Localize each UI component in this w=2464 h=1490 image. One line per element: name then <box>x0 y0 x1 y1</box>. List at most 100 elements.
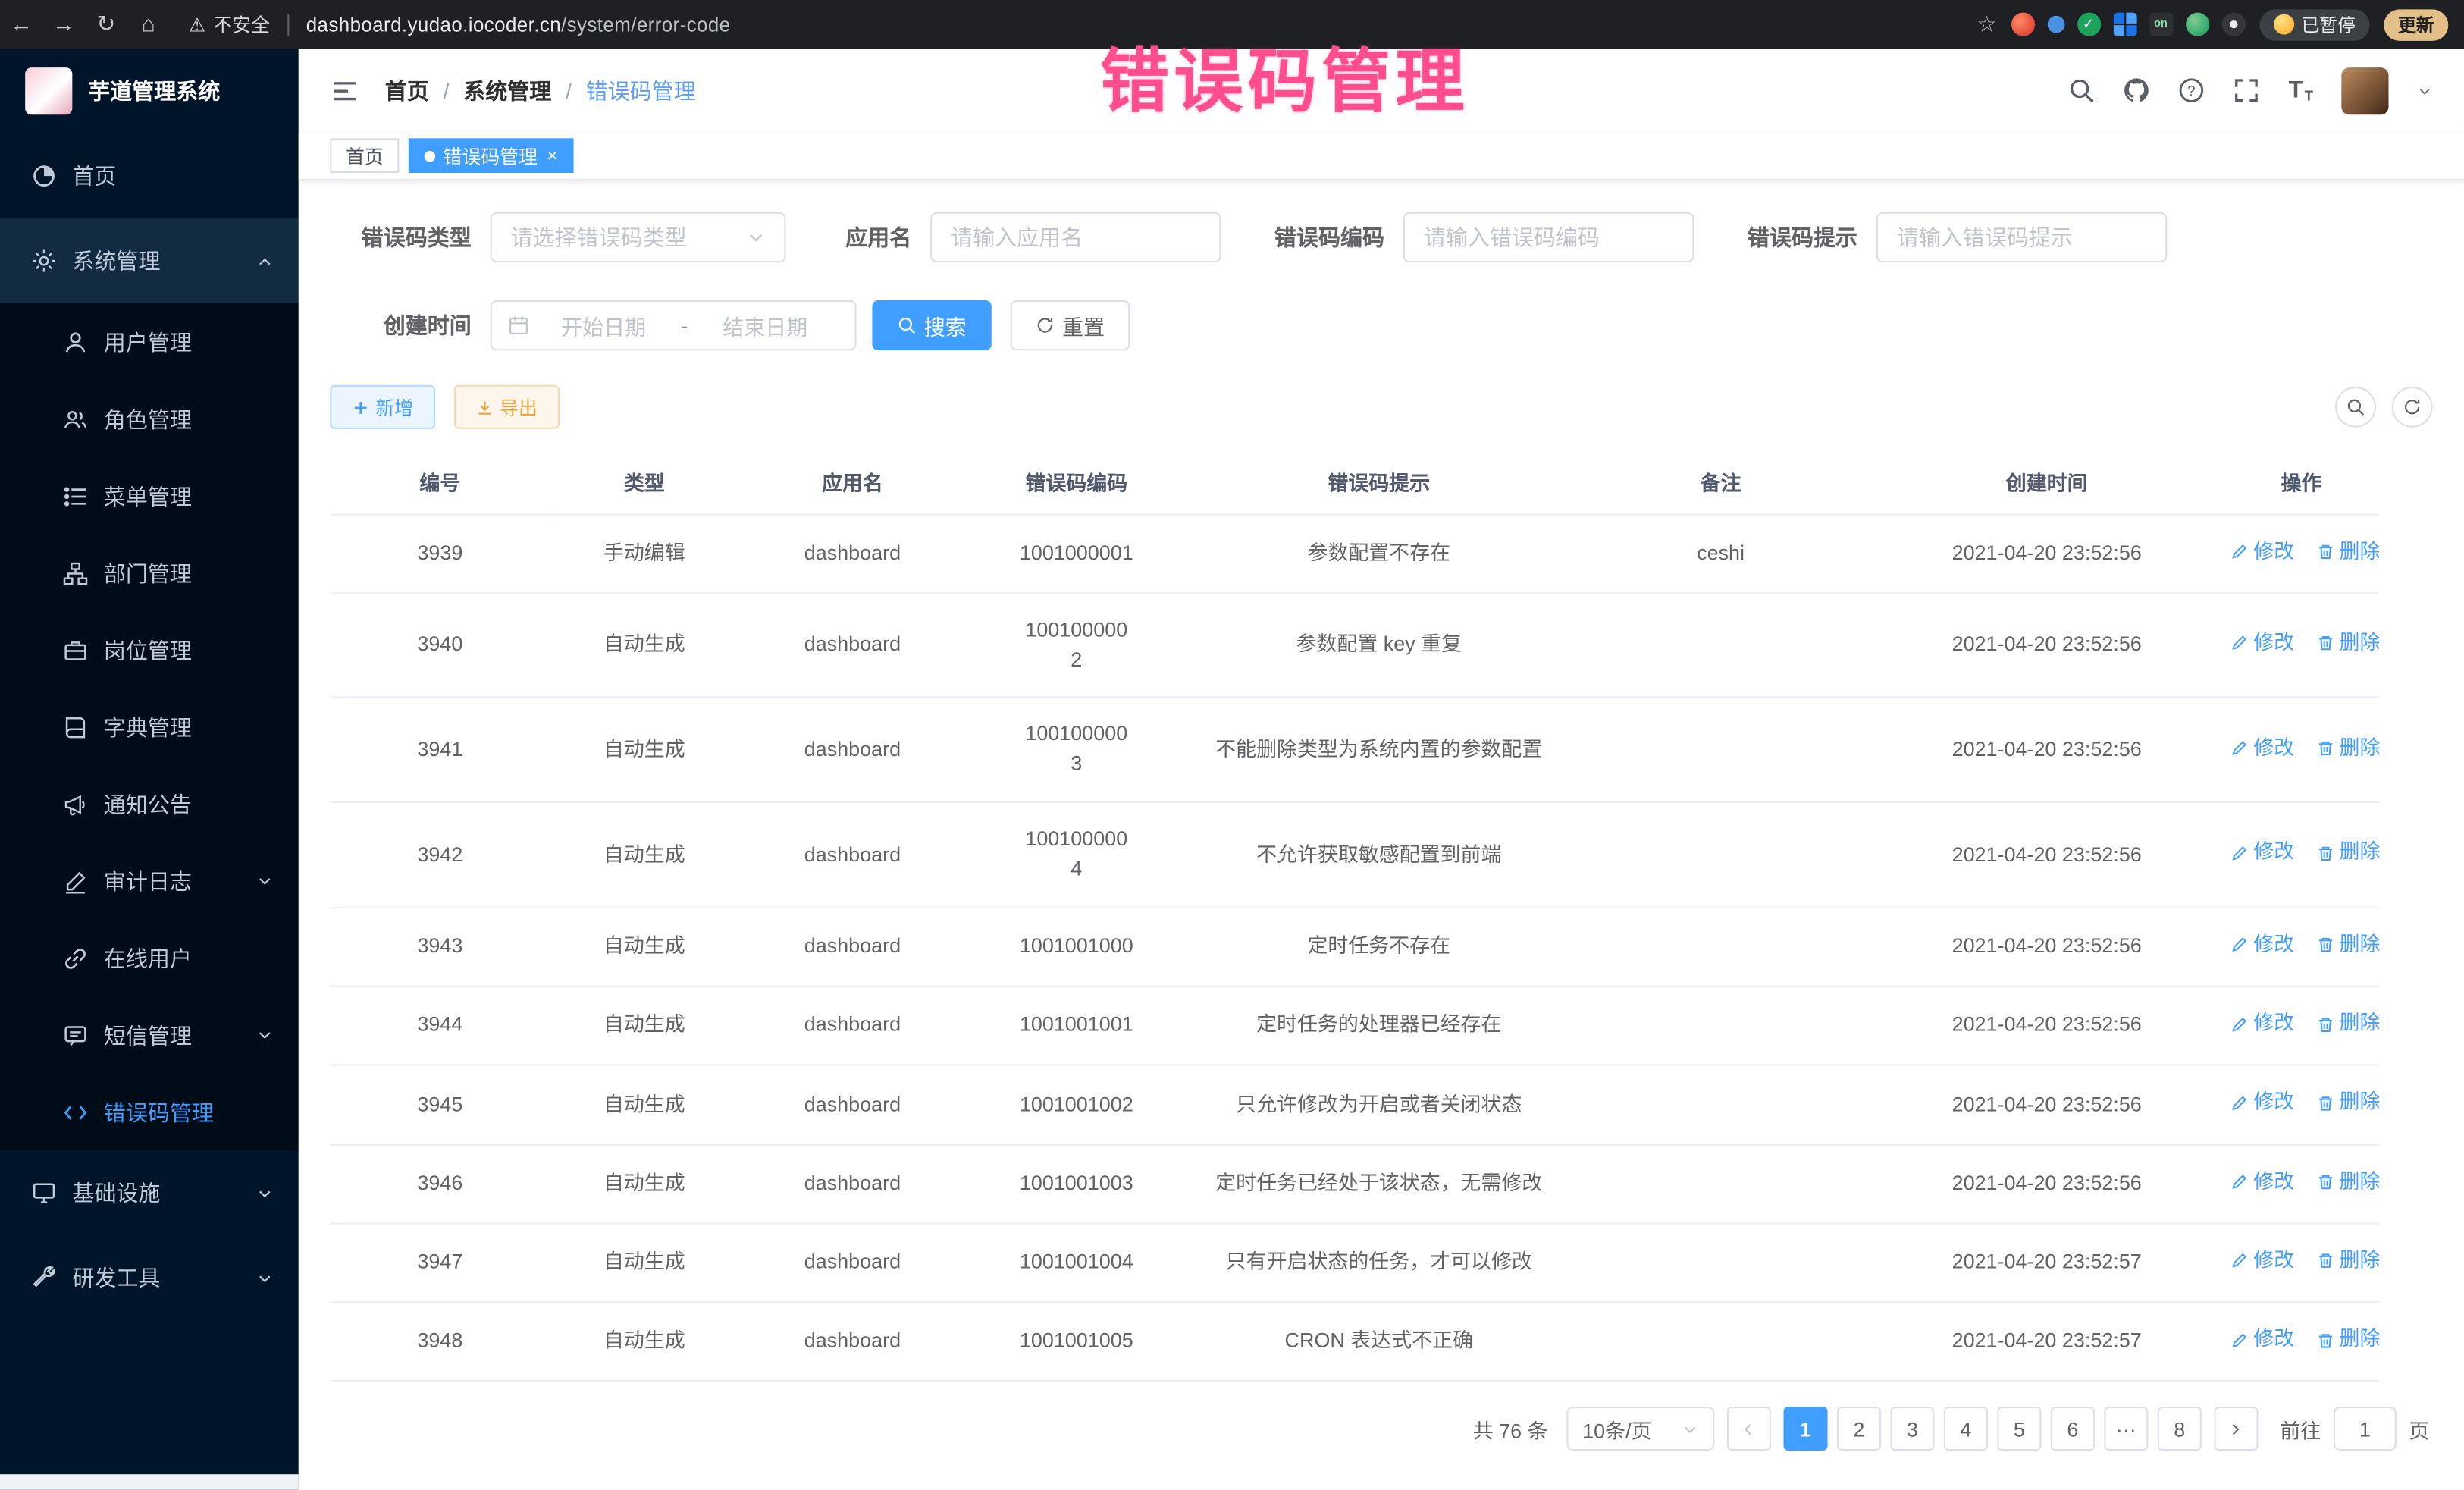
sidebar-item-error-code[interactable]: 错误码管理 <box>0 1074 299 1151</box>
sidebar-item-role[interactable]: 角色管理 <box>0 381 299 458</box>
delete-link[interactable]: 删除 <box>2315 1325 2380 1355</box>
delete-link[interactable]: 删除 <box>2315 1009 2380 1039</box>
edit-link[interactable]: 修改 <box>2230 537 2294 566</box>
bookmark-star-icon[interactable]: ☆ <box>1977 11 1996 38</box>
github-icon[interactable] <box>2124 77 2150 104</box>
add-button[interactable]: 新增 <box>330 385 435 429</box>
vue-check-icon[interactable] <box>2077 13 2100 36</box>
avatar[interactable] <box>2341 67 2388 114</box>
edit-link[interactable]: 修改 <box>2230 838 2294 867</box>
sidebar-item-dict[interactable]: 字典管理 <box>0 689 299 766</box>
goto-suffix: 页 <box>2409 1414 2429 1444</box>
page-button-1[interactable]: 1 <box>1783 1407 1827 1451</box>
help-icon[interactable]: ? <box>2178 77 2205 104</box>
edit-link[interactable]: 修改 <box>2230 1246 2294 1275</box>
cell-actions: 修改 删除 <box>2224 514 2379 593</box>
sidebar-item-notice[interactable]: 通知公告 <box>0 765 299 842</box>
edit-link[interactable]: 修改 <box>2230 733 2294 763</box>
page-button-6[interactable]: 6 <box>2051 1407 2095 1451</box>
delete-link[interactable]: 删除 <box>2315 1088 2380 1118</box>
col-type: 类型 <box>550 451 738 514</box>
delete-link[interactable]: 删除 <box>2315 1167 2380 1197</box>
page-size-select[interactable]: 10条/页 <box>1566 1407 1714 1451</box>
message-icon <box>63 1022 88 1047</box>
goto-page-input[interactable] <box>2334 1407 2397 1451</box>
chevron-down-icon[interactable] <box>2417 83 2433 99</box>
back-icon[interactable]: ← <box>0 12 42 37</box>
dashboard-icon <box>31 164 56 189</box>
tag-home[interactable]: 首页 <box>330 138 399 173</box>
app-logo[interactable]: 芋道管理系统 <box>0 49 299 133</box>
page-button-4[interactable]: 4 <box>1944 1407 1988 1451</box>
date-range-picker[interactable]: 开始日期 - 结束日期 <box>491 300 857 350</box>
trash-icon <box>2315 1093 2334 1112</box>
page-button-8[interactable]: 8 <box>2158 1407 2202 1451</box>
sidebar-item-dept[interactable]: 部门管理 <box>0 535 299 612</box>
url-bar[interactable]: dashboard.yudao.iocoder.cn/system/error-… <box>306 14 731 36</box>
next-page-button[interactable] <box>2214 1407 2258 1451</box>
reload-icon[interactable]: ↻ <box>85 12 127 37</box>
trash-icon <box>2315 1015 2334 1034</box>
sidebar-item-online-user[interactable]: 在线用户 <box>0 920 299 997</box>
tag-error-code[interactable]: 错误码管理 × <box>409 138 574 173</box>
search-button[interactable]: 搜索 <box>872 300 992 350</box>
edit-link[interactable]: 修改 <box>2230 629 2294 658</box>
breadcrumb: 首页 / 系统管理 / 错误码管理 <box>385 74 696 105</box>
update-button[interactable]: 更新 <box>2384 8 2448 39</box>
breadcrumb-system[interactable]: 系统管理 <box>463 74 551 105</box>
edit-link[interactable]: 修改 <box>2230 930 2294 960</box>
sidebar-item-post[interactable]: 岗位管理 <box>0 611 299 689</box>
hamburger-icon[interactable] <box>330 78 359 103</box>
search-icon[interactable] <box>2068 77 2095 104</box>
export-button[interactable]: 导出 <box>454 385 560 429</box>
page-button-···[interactable]: ··· <box>2104 1407 2148 1451</box>
reset-button[interactable]: 重置 <box>1011 300 1130 350</box>
delete-link[interactable]: 删除 <box>2315 930 2380 960</box>
error-msg-input[interactable] <box>1876 212 2167 262</box>
tag-close-icon[interactable]: × <box>547 146 558 165</box>
dark-pin-icon[interactable] <box>2221 13 2245 36</box>
edit-link[interactable]: 修改 <box>2230 1088 2294 1118</box>
sidebar-item-sms[interactable]: 短信管理 <box>0 996 299 1074</box>
toggle-search-button[interactable] <box>2335 387 2376 428</box>
blue-grid-icon[interactable] <box>2113 13 2136 36</box>
green-leaf-icon[interactable] <box>2185 13 2209 36</box>
delete-link[interactable]: 删除 <box>2315 1246 2380 1275</box>
delete-link[interactable]: 删除 <box>2315 629 2380 658</box>
page-button-2[interactable]: 2 <box>1837 1407 1881 1451</box>
blue-dot-icon[interactable] <box>2047 16 2064 33</box>
on-switch-icon[interactable] <box>2149 13 2172 36</box>
edit-link[interactable]: 修改 <box>2230 1167 2294 1197</box>
red-circle-icon[interactable] <box>2011 13 2034 36</box>
error-code-input[interactable] <box>1403 212 1694 262</box>
sidebar-item-home[interactable]: 首页 <box>0 133 299 218</box>
delete-link[interactable]: 删除 <box>2315 838 2380 867</box>
security-chip[interactable]: ⚠ 不安全 <box>189 11 270 38</box>
sidebar-item-system[interactable]: 系统管理 <box>0 218 299 303</box>
sidebar-item-audit-log[interactable]: 审计日志 <box>0 842 299 920</box>
sidebar-item-infra[interactable]: 基础设施 <box>0 1150 299 1235</box>
cell-time: 2021-04-20 23:52:56 <box>1870 802 2224 907</box>
forward-icon[interactable]: → <box>42 12 85 37</box>
page-button-5[interactable]: 5 <box>1997 1407 2041 1451</box>
refresh-table-button[interactable] <box>2392 387 2433 428</box>
sidebar-item-dev-tool[interactable]: 研发工具 <box>0 1235 299 1320</box>
edit-link[interactable]: 修改 <box>2230 1325 2294 1355</box>
edit-link[interactable]: 修改 <box>2230 1009 2294 1039</box>
breadcrumb-home[interactable]: 首页 <box>385 74 429 105</box>
fullscreen-icon[interactable] <box>2234 77 2260 104</box>
app-name-input[interactable] <box>930 212 1221 262</box>
sidebar-item-user[interactable]: 用户管理 <box>0 303 299 381</box>
prev-page-button[interactable] <box>1727 1407 1771 1451</box>
table-row: 3944 自动生成 dashboard 1001001001 定时任务的处理器已… <box>330 987 2379 1065</box>
delete-link[interactable]: 删除 <box>2315 537 2380 566</box>
home-icon[interactable]: ⌂ <box>127 12 170 37</box>
font-size-icon[interactable]: TT <box>2289 77 2313 104</box>
error-type-select[interactable]: 请选择错误码类型 <box>491 212 786 262</box>
sidebar-item-menu[interactable]: 菜单管理 <box>0 457 299 535</box>
delete-link[interactable]: 删除 <box>2315 733 2380 763</box>
active-dot-icon <box>425 150 436 162</box>
cell-time: 2021-04-20 23:52:56 <box>1870 1144 2224 1223</box>
paused-badge[interactable]: 已暂停 <box>2259 8 2370 39</box>
page-button-3[interactable]: 3 <box>1890 1407 1934 1451</box>
